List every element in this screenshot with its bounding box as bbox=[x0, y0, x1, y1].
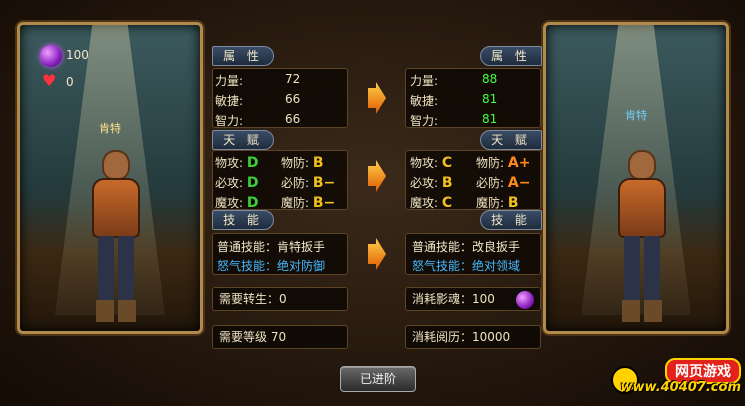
soul-orb-icon bbox=[40, 45, 62, 67]
soul-orb-icon bbox=[516, 291, 534, 309]
talent-grade: B− bbox=[312, 175, 336, 191]
talent-grade: A+ bbox=[507, 155, 531, 171]
talent-label: 物防: bbox=[281, 156, 310, 170]
talent-grade: B bbox=[507, 195, 519, 211]
tab-attributes-current: 属 性 bbox=[212, 46, 274, 66]
required-level: 需要等级 70 bbox=[212, 325, 348, 349]
attr-label: 敏捷: bbox=[410, 94, 439, 108]
talent-grade: B− bbox=[312, 195, 336, 211]
soul-orb-count: 100 bbox=[66, 48, 89, 62]
talent-label: 必防: bbox=[281, 176, 310, 190]
frame-corner bbox=[20, 25, 41, 46]
talent-grade: A− bbox=[507, 175, 531, 191]
rage-skill: 怒气技能：绝对防御 bbox=[217, 259, 326, 273]
talent-label: 魔防: bbox=[281, 196, 310, 210]
talent-label: 物攻: bbox=[215, 156, 244, 170]
talent-grade: C bbox=[441, 155, 453, 171]
attr-label: 力量: bbox=[410, 74, 439, 88]
site-watermark-logo: 网页游戏 www.40407.com bbox=[611, 358, 741, 402]
frame-corner bbox=[546, 25, 567, 46]
tab-skills-advanced: 技 能 bbox=[480, 210, 542, 230]
normal-skill: 普通技能：改良扳手 bbox=[412, 240, 521, 254]
advanced-talent-panel: 物攻: C 物防: A+ 必攻: B 必防: A− 魔攻: C 魔防: B bbox=[405, 150, 541, 211]
attr-value: 72 bbox=[285, 72, 301, 86]
attr-value: 81 bbox=[482, 112, 498, 126]
current-talent-panel: 物攻: D 物防: B 必攻: D 必防: B− 魔攻: D 魔防: B− bbox=[212, 150, 348, 211]
frame-corner bbox=[179, 310, 200, 331]
hero-character-image bbox=[90, 150, 142, 325]
advanced-skills-panel: 普通技能：改良扳手 怒气技能：绝对领域 bbox=[405, 233, 541, 275]
heart-icon: ♥ bbox=[42, 71, 57, 90]
tab-talent-advanced: 天 赋 bbox=[480, 130, 542, 150]
talent-grade: D bbox=[246, 195, 259, 211]
talent-grade: C bbox=[441, 195, 453, 211]
frame-corner bbox=[705, 310, 726, 331]
talent-grade: B bbox=[441, 175, 453, 191]
normal-skill: 普通技能：肯特扳手 bbox=[217, 240, 326, 254]
attr-value: 88 bbox=[482, 72, 498, 86]
soul-cost-text: 消耗影魂：100 bbox=[412, 292, 495, 306]
advanced-attributes-panel: 力量: 88 敏捷: 81 智力: 81 bbox=[405, 68, 541, 128]
talent-grade: D bbox=[246, 175, 259, 191]
talent-label: 必防: bbox=[476, 176, 505, 190]
advanced-button[interactable]: 已进阶 bbox=[340, 366, 416, 392]
talent-label: 魔防: bbox=[476, 196, 505, 210]
attr-label: 敏捷: bbox=[215, 94, 244, 108]
current-attributes-panel: 力量: 72 敏捷: 66 智力: 66 bbox=[212, 68, 348, 128]
attr-label: 智力: bbox=[410, 114, 439, 128]
watermark-url-text: www.40407.com bbox=[620, 380, 742, 395]
arrow-right-icon bbox=[368, 82, 386, 114]
exp-cost: 消耗阅历：10000 bbox=[405, 325, 541, 349]
tab-attributes-advanced: 属 性 bbox=[480, 46, 542, 66]
rage-skill: 怒气技能：绝对领域 bbox=[412, 259, 521, 273]
frame-corner bbox=[705, 25, 726, 46]
attr-value: 66 bbox=[285, 112, 301, 126]
frame-corner bbox=[546, 310, 567, 331]
talent-label: 物防: bbox=[476, 156, 505, 170]
tab-skills-current: 技 能 bbox=[212, 210, 274, 230]
advanced-hero-portrait: 肯特 bbox=[543, 22, 729, 334]
talent-grade: D bbox=[246, 155, 259, 171]
hero-name: 肯特 bbox=[99, 122, 121, 135]
attr-value: 66 bbox=[285, 92, 301, 106]
talent-label: 物攻: bbox=[410, 156, 439, 170]
tab-talent-current: 天 赋 bbox=[212, 130, 274, 150]
frame-corner bbox=[179, 25, 200, 46]
current-skills-panel: 普通技能：肯特扳手 怒气技能：绝对防御 bbox=[212, 233, 348, 275]
attr-value: 81 bbox=[482, 92, 498, 106]
arrow-right-icon bbox=[368, 238, 386, 270]
frame-corner bbox=[20, 310, 41, 331]
heart-count: 0 bbox=[66, 75, 74, 89]
talent-label: 魔攻: bbox=[410, 196, 439, 210]
hero-name: 肯特 bbox=[625, 109, 647, 122]
talent-grade: B bbox=[312, 155, 324, 171]
talent-label: 必攻: bbox=[215, 176, 244, 190]
attr-label: 智力: bbox=[215, 114, 244, 128]
current-hero-portrait: 100 ♥ 0 肯特 bbox=[17, 22, 203, 334]
attr-label: 力量: bbox=[215, 74, 244, 88]
soul-cost: 消耗影魂：100 bbox=[405, 287, 541, 311]
talent-label: 魔攻: bbox=[215, 196, 244, 210]
required-rebirth: 需要转生：0 bbox=[212, 287, 348, 311]
arrow-right-icon bbox=[368, 160, 386, 192]
hero-character-image bbox=[616, 150, 668, 325]
talent-label: 必攻: bbox=[410, 176, 439, 190]
